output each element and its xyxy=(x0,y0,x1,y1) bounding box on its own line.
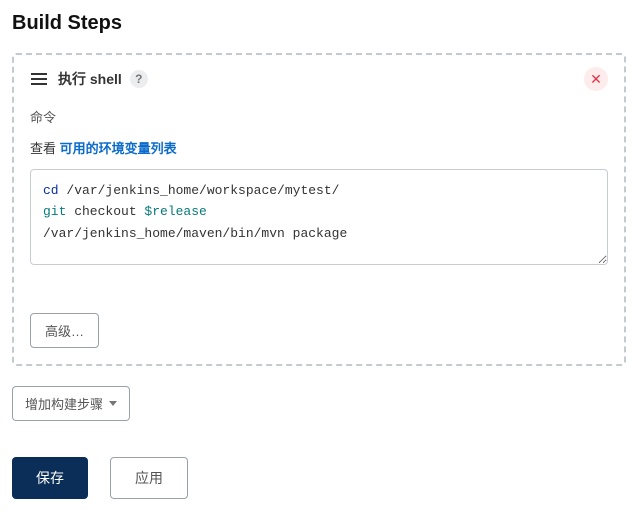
advanced-button[interactable]: 高级… xyxy=(30,313,99,348)
command-label: 命令 xyxy=(30,107,608,126)
chevron-down-icon xyxy=(109,401,117,406)
save-button[interactable]: 保存 xyxy=(12,457,88,499)
build-step-card: 执行 shell ? ✕ 命令 查看 可用的环境变量列表 cd /var/jen… xyxy=(12,53,626,366)
env-vars-link[interactable]: 可用的环境变量列表 xyxy=(60,141,177,156)
shell-command-input[interactable]: cd /var/jenkins_home/workspace/mytest/ g… xyxy=(30,169,608,265)
section-title: Build Steps xyxy=(12,12,626,35)
add-build-step-label: 增加构建步骤 xyxy=(25,394,103,413)
add-build-step-button[interactable]: 增加构建步骤 xyxy=(12,386,130,421)
drag-handle-icon[interactable] xyxy=(30,72,48,86)
apply-button[interactable]: 应用 xyxy=(110,457,188,499)
helper-row: 查看 可用的环境变量列表 xyxy=(30,138,608,157)
help-icon[interactable]: ? xyxy=(130,70,148,88)
close-icon[interactable]: ✕ xyxy=(584,67,608,91)
step-title: 执行 shell xyxy=(58,69,122,89)
card-header: 执行 shell ? ✕ xyxy=(30,69,608,89)
action-row: 保存 应用 xyxy=(12,457,626,499)
helper-prefix: 查看 xyxy=(30,141,60,156)
